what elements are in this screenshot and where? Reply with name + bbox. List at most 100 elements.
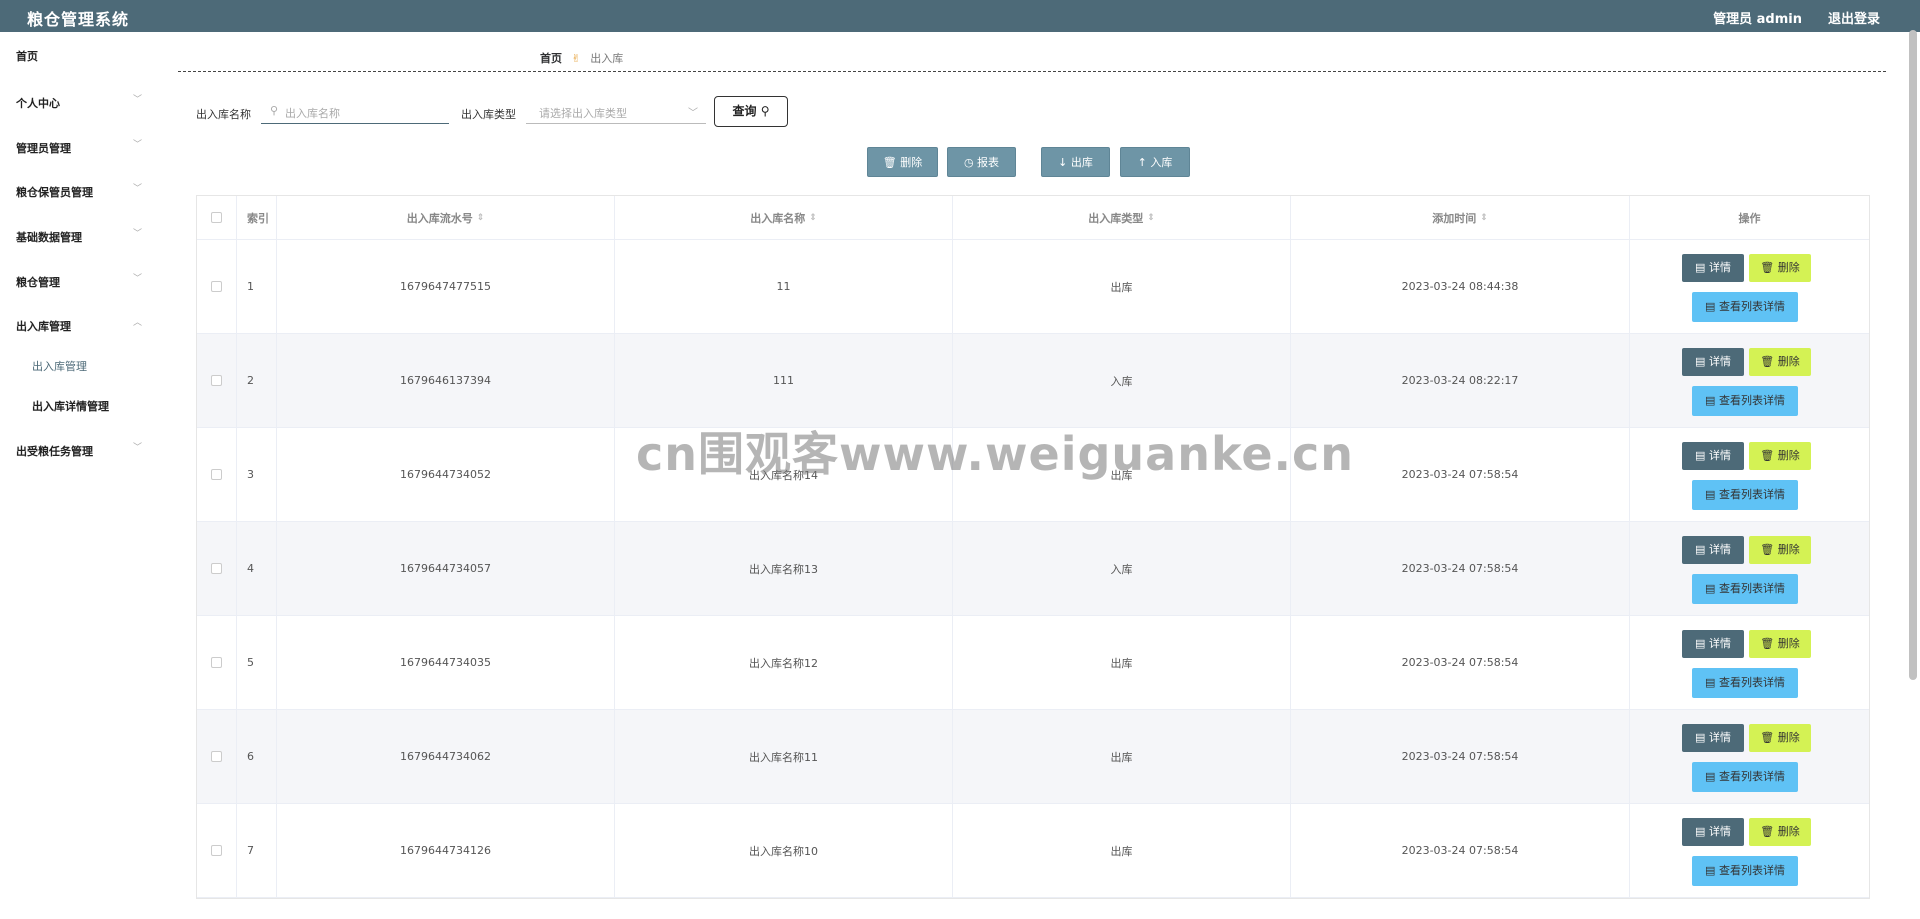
trash-icon: 🗑 [1760,261,1775,274]
top-bar: 粮仓管理系统 管理员 admin 退出登录 [0,0,1920,32]
table-row: 6 1679644734062 出入库名称11 出库 2023-03-24 07… [197,710,1869,804]
cell-name: 出入库名称12 [615,616,953,709]
cell-time: 2023-03-24 07:58:54 [1291,710,1630,803]
row-delete-button[interactable]: 🗑 删除 [1749,348,1811,376]
cell-time: 2023-03-24 07:58:54 [1291,804,1630,897]
detail-button[interactable]: ▤ 详情 [1682,724,1744,752]
trash-icon: 🗑 [1760,825,1775,838]
row-checkbox[interactable] [211,469,222,480]
sidebar-item-admin-management[interactable]: 管理员管理 ﹀ [16,140,142,156]
stock-out-button[interactable]: ↓ 出库 [1041,147,1110,177]
cell-serial: 1679644734035 [277,616,615,709]
detail-button[interactable]: ▤ 详情 [1682,818,1744,846]
sidebar-subitem-inout-detail[interactable]: 出入库详情管理 [32,398,109,414]
type-select[interactable]: 请选择出入库类型 ﹀ [526,100,706,124]
header-name[interactable]: 出入库名称 ⇕ [615,196,953,239]
document-icon: ▤ [1695,543,1706,556]
table-header: 索引 出入库流水号 ⇕ 出入库名称 ⇕ 出入库类型 ⇕ 添加时间 ⇕ 操作 [197,196,1869,240]
sidebar-item-base-data[interactable]: 基础数据管理 ﹀ [16,229,142,245]
watermark: cn围观客www.weiguanke.cn [636,427,1355,481]
table-row: 7 1679644734126 出入库名称10 出库 2023-03-24 07… [197,804,1869,898]
header-serial[interactable]: 出入库流水号 ⇕ [277,196,615,239]
detail-button[interactable]: ▤ 详情 [1682,536,1744,564]
search-icon: ⚲ [760,104,770,118]
row-checkbox[interactable] [211,281,222,292]
detail-button[interactable]: ▤ 详情 [1682,348,1744,376]
cell-name: 出入库名称13 [615,522,953,615]
list-detail-button[interactable]: ▤ 查看列表详情 [1692,386,1798,416]
row-delete-button[interactable]: 🗑 删除 [1749,724,1811,752]
detail-button[interactable]: ▤ 详情 [1682,254,1744,282]
chevron-down-icon: ﹀ [133,229,143,239]
cell-time: 2023-03-24 07:58:54 [1291,616,1630,709]
sidebar-item-tasks[interactable]: 出受粮任务管理 ﹀ [16,443,142,459]
list-detail-button[interactable]: ▤ 查看列表详情 [1692,668,1798,698]
scrollbar[interactable] [1908,30,1918,680]
pie-chart-icon: ◷ [963,156,974,169]
cell-serial: 1679644734057 [277,522,615,615]
scrollbar-thumb[interactable] [1909,30,1917,680]
header-index: 索引 [237,196,277,239]
name-search-input[interactable]: ⚲ 出入库名称 [261,100,449,124]
row-checkbox[interactable] [211,563,222,574]
row-select-cell [197,522,237,615]
trash-icon: 🗑 [1760,637,1775,650]
sidebar-item-keeper-management[interactable]: 粮仓保管员管理 ﹀ [16,184,142,200]
header-type[interactable]: 出入库类型 ⇕ [953,196,1291,239]
cell-name: 11 [615,240,953,333]
row-delete-button[interactable]: 🗑 删除 [1749,818,1811,846]
select-all-checkbox[interactable] [211,212,222,223]
cell-name: 出入库名称11 [615,710,953,803]
cell-ops: ▤ 详情 🗑 删除 ▤ 查看列表详情 [1630,616,1869,709]
cell-serial: 1679646137394 [277,334,615,427]
list-detail-button[interactable]: ▤ 查看列表详情 [1692,574,1798,604]
row-delete-button[interactable]: 🗑 删除 [1749,536,1811,564]
report-button[interactable]: ◷ 报表 [947,147,1016,177]
row-delete-button[interactable]: 🗑 删除 [1749,442,1811,470]
detail-button[interactable]: ▤ 详情 [1682,442,1744,470]
detail-button[interactable]: ▤ 详情 [1682,630,1744,658]
current-user: 管理员 admin [1713,12,1802,27]
chevron-down-icon: ﹀ [688,108,698,119]
name-label: 出入库名称 [196,108,251,121]
header-time[interactable]: 添加时间 ⇕ [1291,196,1630,239]
row-checkbox[interactable] [211,845,222,856]
table-row: 2 1679646137394 111 入库 2023-03-24 08:22:… [197,334,1869,428]
sidebar-item-granary[interactable]: 粮仓管理 ﹀ [16,274,142,290]
list-detail-button[interactable]: ▤ 查看列表详情 [1692,292,1798,322]
breadcrumb-home[interactable]: 首页 [540,52,562,65]
sidebar-item-home[interactable]: 首页 [16,48,38,64]
document-icon: ▤ [1695,825,1706,838]
row-checkbox[interactable] [211,751,222,762]
logout-link[interactable]: 退出登录 [1828,8,1880,27]
list-detail-button[interactable]: ▤ 查看列表详情 [1692,480,1798,510]
cell-serial: 1679644734052 [277,428,615,521]
row-delete-button[interactable]: 🗑 删除 [1749,254,1811,282]
cell-index: 6 [237,710,277,803]
table-row: 4 1679644734057 出入库名称13 入库 2023-03-24 07… [197,522,1869,616]
inout-table: 索引 出入库流水号 ⇕ 出入库名称 ⇕ 出入库类型 ⇕ 添加时间 ⇕ 操作 1 1679… [196,195,1870,899]
header-ops: 操作 [1738,211,1761,225]
trash-icon: 🗑 [1760,543,1775,556]
stock-in-button[interactable]: ↑ 入库 [1120,147,1190,177]
bulk-delete-button[interactable]: 🗑 删除 [867,147,938,177]
divider [178,71,1886,72]
sidebar-item-personal-center[interactable]: 个人中心 ﹀ [16,95,142,111]
cell-index: 1 [237,240,277,333]
row-delete-button[interactable]: 🗑 删除 [1749,630,1811,658]
row-checkbox[interactable] [211,657,222,668]
sidebar-item-inout[interactable]: 出入库管理 ︿ [16,318,142,334]
list-detail-button[interactable]: ▤ 查看列表详情 [1692,856,1798,886]
row-select-cell [197,616,237,709]
list-detail-button[interactable]: ▤ 查看列表详情 [1692,762,1798,792]
cell-type: 出库 [953,804,1291,897]
arrow-up-icon: ↑ [1137,156,1147,169]
row-select-cell [197,428,237,521]
sidebar-subitem-inout[interactable]: 出入库管理 [32,358,87,374]
row-select-cell [197,240,237,333]
document-icon: ▤ [1705,770,1716,783]
query-button[interactable]: 查询 ⚲ [714,96,788,127]
row-checkbox[interactable] [211,375,222,386]
cell-index: 2 [237,334,277,427]
sort-icon: ⇕ [809,212,817,223]
